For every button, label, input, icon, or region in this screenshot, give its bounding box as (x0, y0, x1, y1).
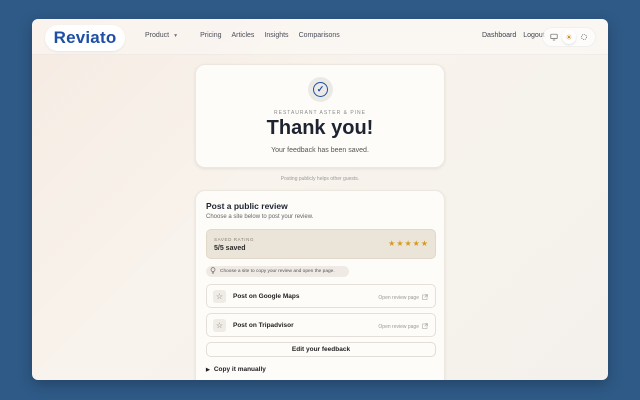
public-review-card: Post a public review Choose a site below… (195, 190, 445, 380)
nav-item-label: Pricing (200, 32, 222, 39)
open-review-link[interactable]: Open review page (378, 323, 428, 331)
brand-name: Reviato (53, 28, 117, 47)
external-link-icon (422, 294, 428, 302)
browser-window: Reviato Product ▼ Pricing Articles Insig… (32, 19, 608, 380)
open-review-link[interactable]: Open review page (378, 294, 428, 302)
moon-icon[interactable] (577, 30, 591, 44)
nav-item-label: Product (145, 32, 170, 39)
open-review-label: Open review page (378, 295, 419, 301)
copy-manually-toggle[interactable]: ▶ Copy it manually (206, 366, 266, 373)
saved-rating-panel: SAVED RATING 5/5 saved ★ ★ ★ ★ ★ (206, 229, 436, 259)
nav-item-comparisons[interactable]: Comparisons (299, 32, 340, 39)
section-subtitle: Choose a site below to post your review. (206, 214, 314, 220)
confirmation-message: Your feedback has been saved. (271, 147, 369, 154)
page-title: Thank you! (266, 117, 374, 139)
star-icon: ★ (412, 239, 420, 248)
chevron-down-icon: ▼ (173, 32, 179, 39)
site-label: Post on Google Maps (233, 293, 300, 300)
star-rating: ★ ★ ★ ★ ★ (387, 239, 428, 248)
hint-pill: Choose a site to copy your review and op… (206, 266, 349, 277)
rating-value: 5/5 saved (214, 245, 246, 252)
edit-feedback-button[interactable]: Edit your feedback (206, 342, 436, 357)
logo[interactable]: Reviato (45, 25, 125, 51)
star-icon: ★ (388, 239, 396, 248)
star-outline-icon: ☆ (213, 290, 226, 303)
open-review-label: Open review page (378, 324, 419, 330)
confirmation-card: ✓ RESTAURANT ASTER & PINE Thank you! You… (195, 64, 445, 168)
section-title: Post a public review (206, 201, 288, 211)
top-navigation-bar: Reviato Product ▼ Pricing Articles Insig… (32, 19, 608, 55)
copy-toggle-label: Copy it manually (213, 366, 266, 373)
star-icon: ★ (404, 239, 412, 248)
google-maps-option[interactable]: ☆ Post on Google Maps Open review page (206, 284, 436, 308)
nav-item-label: Insights (264, 32, 289, 39)
star-icon: ★ (396, 239, 404, 248)
nav-item-insights[interactable]: Insights (264, 32, 288, 39)
dashboard-link[interactable]: Dashboard (482, 32, 516, 39)
star-outline-icon: ☆ (213, 319, 226, 332)
nav-item-articles[interactable]: Articles (231, 32, 254, 39)
nav-item-label: Comparisons (298, 32, 340, 39)
hint-text: Choose a site to copy your review and op… (220, 269, 335, 274)
lightbulb-icon (210, 267, 216, 276)
nav-item-label: Articles (231, 32, 255, 39)
tripadvisor-option[interactable]: ☆ Post on Tripadvisor Open review page (206, 313, 436, 337)
star-icon: ★ (420, 239, 428, 248)
rating-label: SAVED RATING (214, 237, 255, 242)
nav-item-pricing[interactable]: Pricing (200, 32, 221, 39)
site-label: Post on Tripadvisor (233, 322, 294, 329)
external-link-icon (422, 323, 428, 331)
sun-icon[interactable]: ☀ (561, 30, 576, 44)
nav-item-product[interactable]: Product ▼ (145, 32, 178, 39)
triangle-right-icon: ▶ (206, 366, 210, 373)
restaurant-name: RESTAURANT ASTER & PINE (274, 110, 366, 116)
theme-switcher: ☀ (542, 27, 596, 47)
main-nav: Product ▼ Pricing Articles Insights Comp… (145, 32, 350, 39)
helper-note: Posting publicly helps other guests. (280, 176, 360, 182)
monitor-icon[interactable] (547, 30, 561, 44)
check-icon: ✓ (313, 82, 328, 97)
success-badge: ✓ (308, 77, 333, 102)
